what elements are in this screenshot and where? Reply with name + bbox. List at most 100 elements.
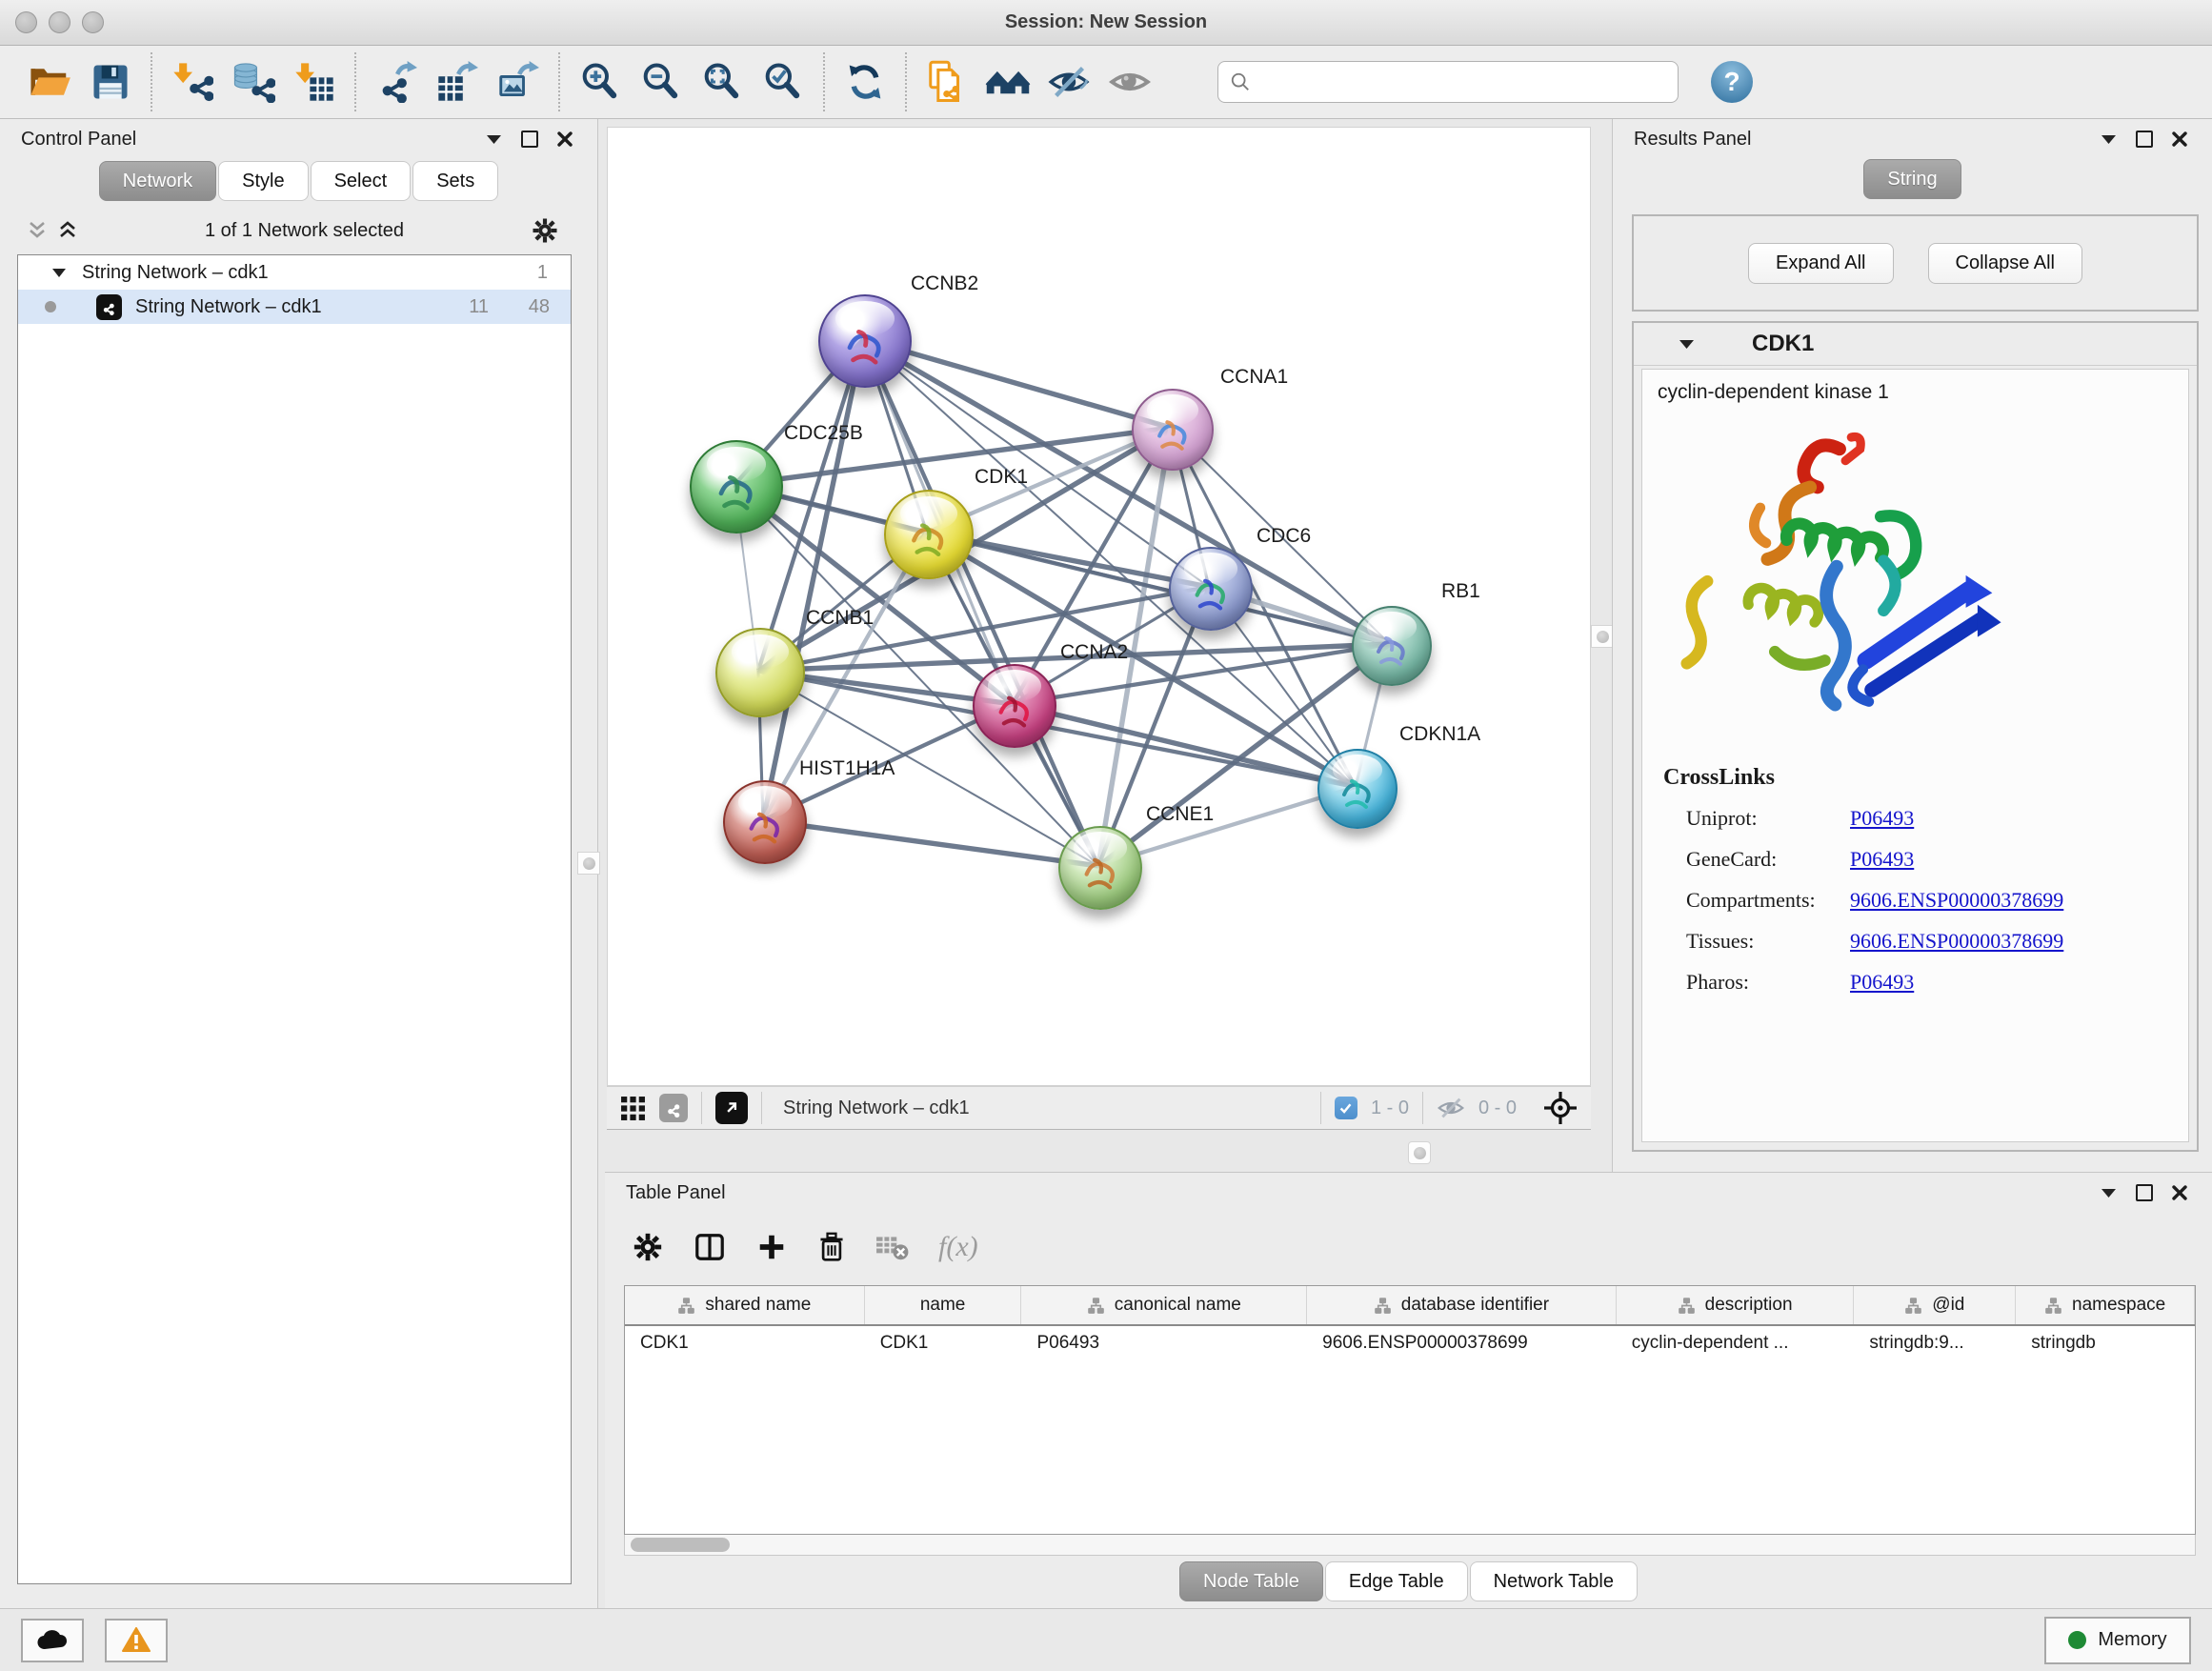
network-edge[interactable] (763, 820, 1098, 866)
hide-selected-button[interactable] (1044, 56, 1094, 108)
export-image-button[interactable] (493, 56, 543, 108)
cloud-status-button[interactable] (21, 1619, 84, 1662)
close-panel-icon[interactable] (2172, 131, 2187, 147)
crosslink-value-link[interactable]: P06493 (1850, 847, 1914, 872)
crosslink-value-link[interactable]: 9606.ENSP00000378699 (1850, 888, 2063, 913)
expand-all-networks-icon[interactable] (27, 220, 48, 241)
table-cell[interactable]: stringdb (2016, 1326, 2195, 1360)
hidden-eye-icon[interactable] (1437, 1096, 1465, 1120)
network-node-CCNE1[interactable] (1058, 826, 1142, 910)
import-table-file-button[interactable] (290, 56, 339, 108)
column-header-namespace[interactable]: namespace (2016, 1286, 2195, 1324)
network-node-CCNB1[interactable] (715, 628, 805, 717)
tab-string[interactable]: String (1863, 159, 1961, 199)
network-node-CDC6[interactable] (1169, 547, 1253, 631)
grid-view-icon[interactable] (620, 1096, 646, 1121)
network-collection-row[interactable]: String Network – cdk1 1 (18, 255, 571, 290)
table-cell[interactable]: CDK1 (625, 1326, 865, 1360)
search-input[interactable] (1258, 70, 1643, 93)
export-table-button[interactable] (432, 56, 482, 108)
table-horizontal-scrollbar[interactable] (624, 1535, 2196, 1556)
column-header--id[interactable]: @id (1854, 1286, 2016, 1324)
zoom-out-button[interactable] (636, 56, 686, 108)
collection-expanded-icon[interactable] (52, 268, 67, 278)
close-panel-icon[interactable] (2172, 1185, 2187, 1200)
crosslink-value-link[interactable]: 9606.ENSP00000378699 (1850, 929, 2063, 954)
crosslink-value-link[interactable]: P06493 (1850, 970, 1914, 995)
warning-status-button[interactable] (105, 1619, 168, 1662)
network-node-CCNA2[interactable] (973, 664, 1056, 748)
table-cell[interactable]: 9606.ENSP00000378699 (1307, 1326, 1617, 1360)
column-header-description[interactable]: description (1617, 1286, 1855, 1324)
detach-view-button[interactable] (715, 1092, 748, 1124)
table-cell[interactable]: stringdb:9... (1854, 1326, 2016, 1360)
close-panel-icon[interactable] (557, 131, 573, 147)
tab-sets[interactable]: Sets (412, 161, 498, 201)
table-cell[interactable]: P06493 (1022, 1326, 1308, 1360)
tab-network[interactable]: Network (99, 161, 216, 201)
network-edge[interactable] (763, 339, 863, 820)
zoom-fit-content-button[interactable] (697, 56, 747, 108)
export-network-button[interactable] (372, 56, 421, 108)
memory-button[interactable]: Memory (2044, 1617, 2191, 1664)
import-network-file-button[interactable] (168, 56, 217, 108)
show-all-button[interactable] (1105, 56, 1155, 108)
network-view-icon[interactable] (659, 1094, 688, 1122)
bottom-splitter-handle[interactable] (1408, 1141, 1431, 1164)
selected-checkbox-icon[interactable] (1335, 1097, 1357, 1119)
scrollbar-thumb[interactable] (631, 1538, 730, 1552)
network-row[interactable]: String Network – cdk1 11 48 (18, 290, 571, 324)
column-header-canonical-name[interactable]: canonical name (1021, 1286, 1307, 1324)
network-canvas[interactable]: CCNB2CCNA1CDC25BCDK1CDC6RB1CCNB1CCNA2CDK… (607, 127, 1591, 1086)
network-node-CCNB2[interactable] (818, 294, 912, 388)
float-panel-icon[interactable] (521, 131, 538, 148)
table-cell[interactable]: cyclin-dependent ... (1617, 1326, 1855, 1360)
delete-column-icon[interactable] (816, 1230, 847, 1264)
tab-node-table[interactable]: Node Table (1179, 1561, 1323, 1601)
function-builder-button[interactable]: f(x) (938, 1231, 978, 1263)
collapse-panel-icon[interactable] (2101, 133, 2117, 145)
add-column-icon[interactable] (755, 1231, 788, 1263)
string-home-button[interactable] (983, 56, 1033, 108)
tab-network-table[interactable]: Network Table (1470, 1561, 1638, 1601)
network-node-RB1[interactable] (1352, 606, 1432, 686)
network-node-CDC25B[interactable] (690, 440, 783, 534)
network-node-CDK1[interactable] (884, 490, 974, 579)
zoom-in-button[interactable] (575, 56, 625, 108)
float-panel-icon[interactable] (2136, 1184, 2153, 1201)
right-splitter-handle[interactable] (1591, 625, 1614, 648)
network-options-gear-icon[interactable] (531, 216, 559, 245)
zoom-selected-button[interactable] (758, 56, 808, 108)
tab-edge-table[interactable]: Edge Table (1325, 1561, 1468, 1601)
collapse-panel-icon[interactable] (2101, 1187, 2117, 1198)
network-node-HIST1H1A[interactable] (723, 780, 807, 864)
import-network-database-button[interactable] (229, 56, 278, 108)
crosslink-row: Compartments:9606.ENSP00000378699 (1663, 888, 2188, 913)
network-node-CDKN1A[interactable] (1317, 749, 1398, 829)
column-header-shared-name[interactable]: shared name (625, 1286, 865, 1324)
gene-section-header[interactable]: CDK1 (1634, 323, 2197, 366)
collapse-all-button[interactable]: Collapse All (1928, 243, 2083, 284)
tab-select[interactable]: Select (311, 161, 412, 201)
open-session-button[interactable] (25, 56, 74, 108)
section-expanded-icon[interactable] (1679, 338, 1695, 350)
collapse-panel-icon[interactable] (486, 133, 502, 145)
tab-style[interactable]: Style (218, 161, 308, 201)
birds-eye-toggle-icon[interactable] (1543, 1091, 1578, 1125)
crosslink-value-link[interactable]: P06493 (1850, 806, 1914, 831)
column-header-database-identifier[interactable]: database identifier (1307, 1286, 1617, 1324)
network-node-CCNA1[interactable] (1132, 389, 1214, 471)
table-options-gear-icon[interactable] (632, 1231, 664, 1263)
apply-layout-button[interactable] (840, 56, 890, 108)
left-splitter-handle[interactable] (577, 852, 600, 875)
collapse-all-networks-icon[interactable] (57, 220, 78, 241)
show-columns-icon[interactable] (693, 1231, 727, 1263)
column-header-name[interactable]: name (865, 1286, 1022, 1324)
float-panel-icon[interactable] (2136, 131, 2153, 148)
table-cell[interactable]: CDK1 (865, 1326, 1022, 1360)
save-session-button[interactable] (86, 56, 135, 108)
help-button[interactable]: ? (1711, 61, 1753, 103)
expand-all-button[interactable]: Expand All (1748, 243, 1894, 284)
network-edge[interactable] (863, 339, 1098, 866)
new-network-from-selection-button[interactable] (922, 56, 972, 108)
